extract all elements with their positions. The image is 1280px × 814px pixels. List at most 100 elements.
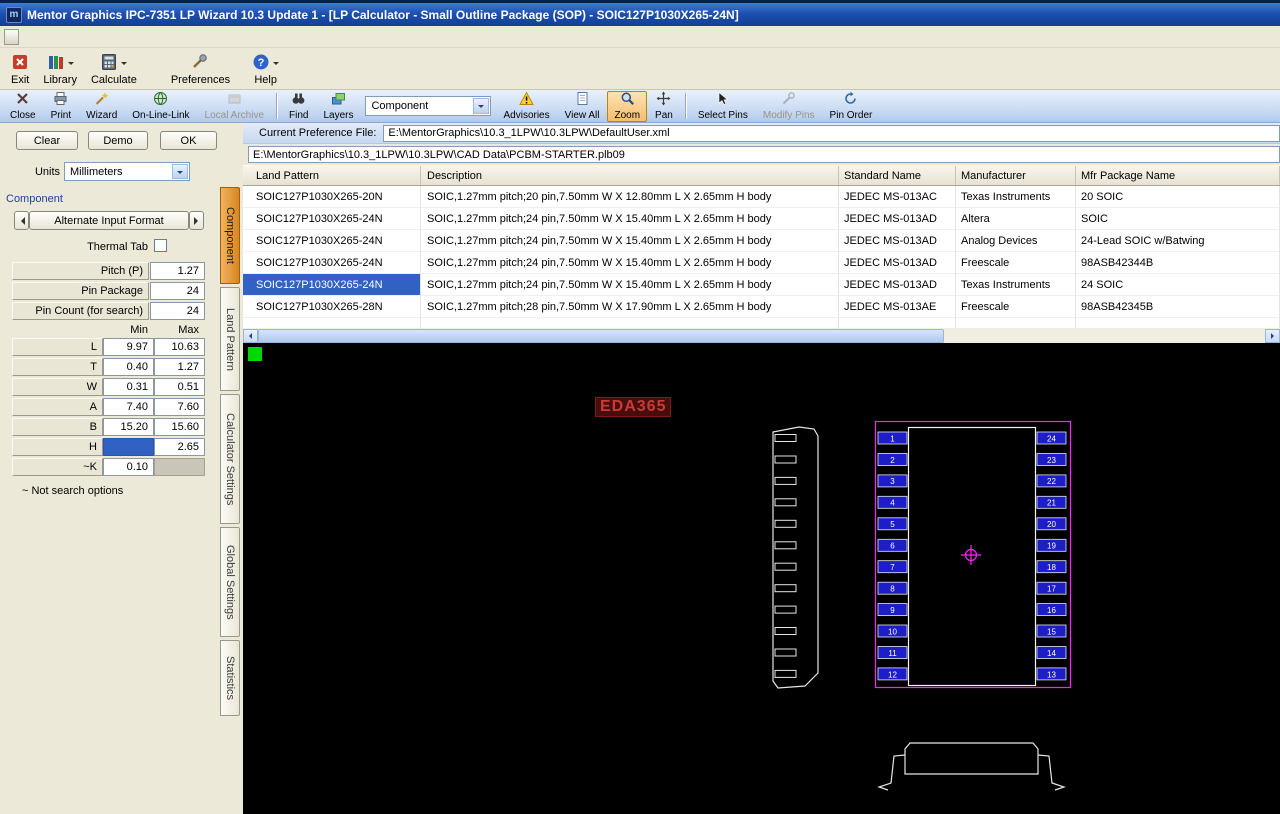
cell-land-pattern[interactable]: SOIC127P1030X265-28N [243,296,421,318]
library-dropdown-arrow[interactable] [67,62,74,68]
cell-description[interactable] [421,318,839,329]
mdi-child-icon[interactable] [4,28,19,45]
dim-T-min-input[interactable]: 0.40 [103,358,154,376]
calculate-dropdown-arrow[interactable] [121,62,128,68]
dim-L-min-input[interactable]: 9.97 [103,338,154,356]
cell-mfr-package-name[interactable]: 24-Lead SOIC w/Batwing [1076,230,1280,252]
preferences-button[interactable]: Preferences [164,50,237,89]
cell-manufacturer[interactable]: Texas Instruments [956,274,1076,296]
local-archive-button[interactable]: Local Archive [198,91,271,122]
cell-land-pattern[interactable]: SOIC127P1030X265-20N [243,186,421,208]
cell-manufacturer[interactable] [956,318,1076,329]
cell-description[interactable]: SOIC,1.27mm pitch;24 pin,7.50mm W X 15.4… [421,252,839,274]
table-row[interactable]: SOIC127P1030X265-24N SOIC,1.27mm pitch;2… [243,230,1280,252]
table-row[interactable]: SOIC127P1030X265-28N SOIC,1.27mm pitch;2… [243,296,1280,318]
table-row[interactable]: SOIC127P1030X265-24N SOIC,1.27mm pitch;2… [243,252,1280,274]
column-header-land-pattern[interactable]: Land Pattern [243,166,421,185]
dim-W-min-input[interactable]: 0.31 [103,378,154,396]
cell-standard-name[interactable]: JEDEC MS-013AD [839,274,956,296]
select-pins-button[interactable]: Select Pins [691,91,755,122]
cell-standard-name[interactable]: JEDEC MS-013AD [839,230,956,252]
cell-mfr-package-name[interactable]: 98ASB42345B [1076,296,1280,318]
cell-mfr-package-name[interactable] [1076,318,1280,329]
cell-mfr-package-name[interactable]: SOIC [1076,208,1280,230]
dim-B-min-input[interactable]: 15.20 [103,418,154,436]
find-button[interactable]: Find [282,91,315,122]
cell-standard-name[interactable]: JEDEC MS-013AE [839,296,956,318]
tab-calculator-settings[interactable]: Calculator Settings [220,394,240,524]
cell-land-pattern[interactable]: SOIC127P1030X265-24N [243,252,421,274]
table-row[interactable]: SOIC127P1030X265-24N SOIC,1.27mm pitch;2… [243,208,1280,230]
pan-button[interactable]: Pan [648,91,680,122]
table-row[interactable]: SOIC127P1030X265-20N SOIC,1.27mm pitch;2… [243,186,1280,208]
cell-manufacturer[interactable]: Texas Instruments [956,186,1076,208]
dim-K-max-input[interactable] [154,458,205,476]
cell-land-pattern[interactable] [243,318,421,329]
cell-manufacturer[interactable]: Freescale [956,296,1076,318]
close-button[interactable]: Close [3,91,43,122]
tab-global-settings[interactable]: Global Settings [220,527,240,637]
wizard-button[interactable]: Wizard [79,91,124,122]
layers-button[interactable]: Layers [316,91,360,122]
tab-component[interactable]: Component [220,187,240,284]
layout-canvas[interactable]: EDA365 1 24 2 23 3 22 4 21 5 20 6 19 7 18 8 17 9 16 10 15 11… [243,343,1280,814]
dim-L-max-input[interactable]: 10.63 [154,338,205,356]
library-path-input[interactable]: E:\MentorGraphics\10.3_1LPW\10.3LPW\CAD … [248,146,1280,163]
dim-W-max-input[interactable]: 0.51 [154,378,205,396]
alternate-input-format-button[interactable]: Alternate Input Format [29,211,189,230]
dim-K-min-input[interactable]: 0.10 [103,458,154,476]
dim-H-min-input[interactable] [103,438,154,456]
cell-manufacturer[interactable]: Altera [956,208,1076,230]
dim-B-max-input[interactable]: 15.60 [154,418,205,436]
pin-package-input[interactable]: 24 [150,282,205,300]
dim-T-max-input[interactable]: 1.27 [154,358,205,376]
thermal-tab-checkbox[interactable] [154,239,167,252]
table-row-clipped[interactable] [243,318,1280,329]
clear-button[interactable]: Clear [16,131,78,150]
cell-mfr-package-name[interactable]: 98ASB42344B [1076,252,1280,274]
online-link-button[interactable]: On-Line-Link [125,91,196,122]
units-select[interactable]: Millimeters [64,162,190,181]
pin-order-button[interactable]: Pin Order [823,91,880,122]
units-dropdown-button[interactable] [172,164,188,179]
cell-mfr-package-name[interactable]: 20 SOIC [1076,186,1280,208]
cell-manufacturer[interactable]: Freescale [956,252,1076,274]
cell-description[interactable]: SOIC,1.27mm pitch;24 pin,7.50mm W X 15.4… [421,274,839,296]
zoom-button[interactable]: Zoom [607,90,648,122]
cell-land-pattern-selected[interactable]: SOIC127P1030X265-24N [243,274,421,296]
cell-standard-name[interactable]: JEDEC MS-013AD [839,208,956,230]
alt-format-prev-button[interactable] [14,211,29,230]
print-button[interactable]: Print [44,91,79,122]
column-header-description[interactable]: Description [421,166,839,185]
tab-land-pattern[interactable]: Land Pattern [220,287,240,391]
table-row-selected[interactable]: SOIC127P1030X265-24N SOIC,1.27mm pitch;2… [243,274,1280,296]
alt-format-next-button[interactable] [189,211,204,230]
cell-description[interactable]: SOIC,1.27mm pitch;24 pin,7.50mm W X 15.4… [421,208,839,230]
column-header-mfr-package-name[interactable]: Mfr Package Name [1076,166,1280,185]
exit-button[interactable]: Exit [4,50,36,89]
tab-statistics[interactable]: Statistics [220,640,240,716]
cell-description[interactable]: SOIC,1.27mm pitch;24 pin,7.50mm W X 15.4… [421,230,839,252]
cell-land-pattern[interactable]: SOIC127P1030X265-24N [243,208,421,230]
dim-A-min-input[interactable]: 7.40 [103,398,154,416]
scroll-right-button[interactable] [1265,329,1280,343]
combobox-dropdown-button[interactable] [473,98,490,114]
cell-standard-name[interactable]: JEDEC MS-013AC [839,186,956,208]
column-header-standard-name[interactable]: Standard Name [839,166,956,185]
column-header-manufacturer[interactable]: Manufacturer [956,166,1076,185]
demo-button[interactable]: Demo [88,131,148,150]
scrollbar-track[interactable] [944,329,1265,343]
scroll-left-button[interactable] [243,329,258,343]
library-button[interactable]: Library [36,50,84,89]
cell-standard-name[interactable] [839,318,956,329]
cell-manufacturer[interactable]: Analog Devices [956,230,1076,252]
help-dropdown-arrow[interactable] [273,62,280,68]
component-combobox[interactable]: Component [365,96,492,116]
cell-mfr-package-name[interactable]: 24 SOIC [1076,274,1280,296]
pitch-input[interactable]: 1.27 [150,262,205,280]
calculate-button[interactable]: Calculate [84,50,144,89]
view-all-button[interactable]: View All [558,91,607,122]
pin-count-input[interactable]: 24 [150,302,205,320]
modify-pins-button[interactable]: Modify Pins [756,91,822,122]
dim-A-max-input[interactable]: 7.60 [154,398,205,416]
